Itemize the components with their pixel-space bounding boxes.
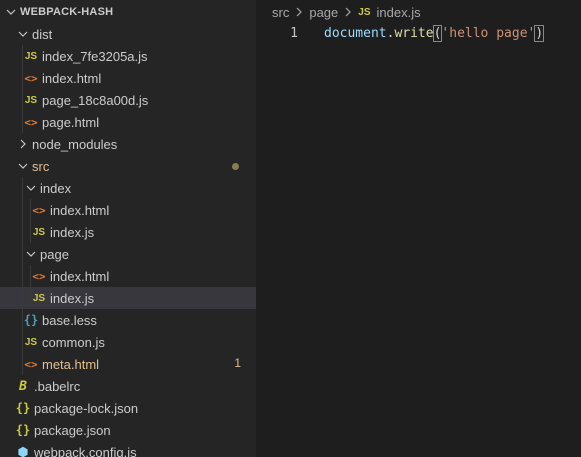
- indent-guide: [22, 89, 23, 111]
- file-label: index.html: [42, 70, 102, 86]
- file-label: package.json: [34, 422, 111, 438]
- file-label: index.html: [50, 202, 110, 218]
- indent-guide: [30, 265, 31, 287]
- breadcrumb-item-file[interactable]: index.js: [377, 5, 421, 20]
- editor-pane: src page JS index.js 1 document.write('h…: [256, 0, 581, 457]
- line-number: 1: [290, 25, 298, 41]
- indent-guide: [22, 67, 23, 89]
- indent-guide: [22, 45, 23, 67]
- file-label: index.js: [50, 290, 95, 306]
- file-label: .babelrc: [34, 378, 81, 394]
- explorer-sidebar: WEBPACK-HASH dist JS index_7fe3205a.js <…: [0, 0, 256, 457]
- file-label: page_18c8a00d.js: [42, 92, 149, 108]
- indent-guide: [22, 353, 23, 375]
- js-file-icon: JS: [358, 6, 371, 18]
- indent-guide: [22, 111, 23, 133]
- indent-guide: [22, 199, 23, 221]
- indent-guide: [22, 221, 23, 243]
- file-label: common.js: [42, 334, 105, 350]
- json-file-icon: {}: [15, 401, 31, 415]
- folder-label: page: [40, 246, 69, 262]
- chevron-down-icon: [24, 181, 38, 195]
- chevron-right-icon: [344, 7, 352, 17]
- file-label: index.js: [50, 224, 95, 240]
- explorer-root-title: WEBPACK-HASH: [20, 6, 114, 18]
- folder-dist[interactable]: dist: [0, 23, 256, 45]
- html-file-icon: <>: [32, 269, 46, 283]
- file-label: base.less: [42, 312, 97, 328]
- file-index-7fe3205a-js[interactable]: JS index_7fe3205a.js: [0, 45, 256, 67]
- indent-guide: [22, 287, 23, 309]
- file-meta-html[interactable]: <> meta.html 1: [0, 353, 256, 375]
- file-src-page-index-html[interactable]: <> index.html: [0, 265, 256, 287]
- vscode-window: WEBPACK-HASH dist JS index_7fe3205a.js <…: [0, 0, 581, 457]
- html-file-icon: <>: [24, 71, 38, 85]
- code-line[interactable]: 1 document.write('hello page'): [256, 22, 581, 44]
- code-text[interactable]: document.write('hello page'): [324, 24, 545, 42]
- file-src-index-js[interactable]: JS index.js: [0, 221, 256, 243]
- modified-dot-icon: [232, 163, 239, 170]
- file-package-lock-json[interactable]: {} package-lock.json: [0, 397, 256, 419]
- html-file-icon: <>: [32, 203, 46, 217]
- file-dist-page-html[interactable]: <> page.html: [0, 111, 256, 133]
- indent-guide: [22, 309, 23, 331]
- chevron-down-icon: [24, 247, 38, 261]
- file-label: page.html: [42, 114, 100, 130]
- indent-guide: [30, 221, 31, 243]
- babel-file-icon: B: [19, 378, 27, 394]
- breadcrumb-item-src[interactable]: src: [272, 5, 289, 20]
- folder-src[interactable]: src: [0, 155, 256, 177]
- js-file-icon: JS: [24, 336, 38, 348]
- file-base-less[interactable]: {} base.less: [0, 309, 256, 331]
- file-src-index-html[interactable]: <> index.html: [0, 199, 256, 221]
- folder-src-index[interactable]: index: [0, 177, 256, 199]
- json-file-icon: {}: [15, 423, 31, 437]
- js-file-icon: JS: [32, 226, 46, 238]
- js-file-icon: JS: [24, 50, 38, 62]
- indent-guide: [22, 331, 23, 353]
- html-file-icon: <>: [24, 357, 38, 371]
- webpack-file-icon: ⬢: [17, 445, 29, 457]
- file-package-json[interactable]: {} package.json: [0, 419, 256, 441]
- breadcrumb-item-page[interactable]: page: [309, 5, 338, 20]
- less-file-icon: {}: [23, 313, 39, 327]
- chevron-right-icon: [16, 137, 30, 151]
- folder-label: index: [40, 180, 72, 196]
- chevron-down-icon: [4, 5, 18, 19]
- folder-label: node_modules: [32, 136, 118, 152]
- indent-guide: [30, 287, 31, 309]
- indent-guide: [30, 199, 31, 221]
- code-token-method: write: [394, 25, 434, 41]
- file-src-page-index-js-selected[interactable]: JS index.js: [0, 287, 256, 309]
- js-file-icon: JS: [24, 94, 38, 106]
- chevron-down-icon: [16, 159, 30, 173]
- file-page-18c8a00d-js[interactable]: JS page_18c8a00d.js: [0, 89, 256, 111]
- file-webpack-config-js[interactable]: ⬢ webpack.config.js: [0, 441, 256, 457]
- folder-label: dist: [32, 26, 53, 42]
- chevron-down-icon: [16, 27, 30, 41]
- code-token-string: 'hello page': [441, 25, 536, 41]
- html-file-icon: <>: [24, 115, 38, 129]
- folder-src-page[interactable]: page: [0, 243, 256, 265]
- chevron-right-icon: [295, 7, 303, 17]
- indent-guide: [22, 243, 23, 265]
- folder-node-modules[interactable]: node_modules: [0, 133, 256, 155]
- breadcrumb: src page JS index.js: [272, 3, 421, 21]
- code-token-close-paren: ): [534, 24, 545, 42]
- file-common-js[interactable]: JS common.js: [0, 331, 256, 353]
- folder-label: src: [32, 158, 50, 174]
- file-label: meta.html: [42, 356, 100, 372]
- code-token-object: document: [324, 25, 387, 41]
- file-label: webpack.config.js: [34, 444, 137, 457]
- file-label: index_7fe3205a.js: [42, 48, 148, 64]
- js-file-icon: JS: [32, 292, 46, 304]
- file-babelrc[interactable]: B .babelrc: [0, 375, 256, 397]
- file-label: package-lock.json: [34, 400, 139, 416]
- indent-guide: [22, 177, 23, 199]
- file-dist-index-html[interactable]: <> index.html: [0, 67, 256, 89]
- problems-count-badge: 1: [234, 356, 241, 370]
- explorer-root-header[interactable]: WEBPACK-HASH: [0, 1, 256, 23]
- file-label: index.html: [50, 268, 110, 284]
- indent-guide: [22, 265, 23, 287]
